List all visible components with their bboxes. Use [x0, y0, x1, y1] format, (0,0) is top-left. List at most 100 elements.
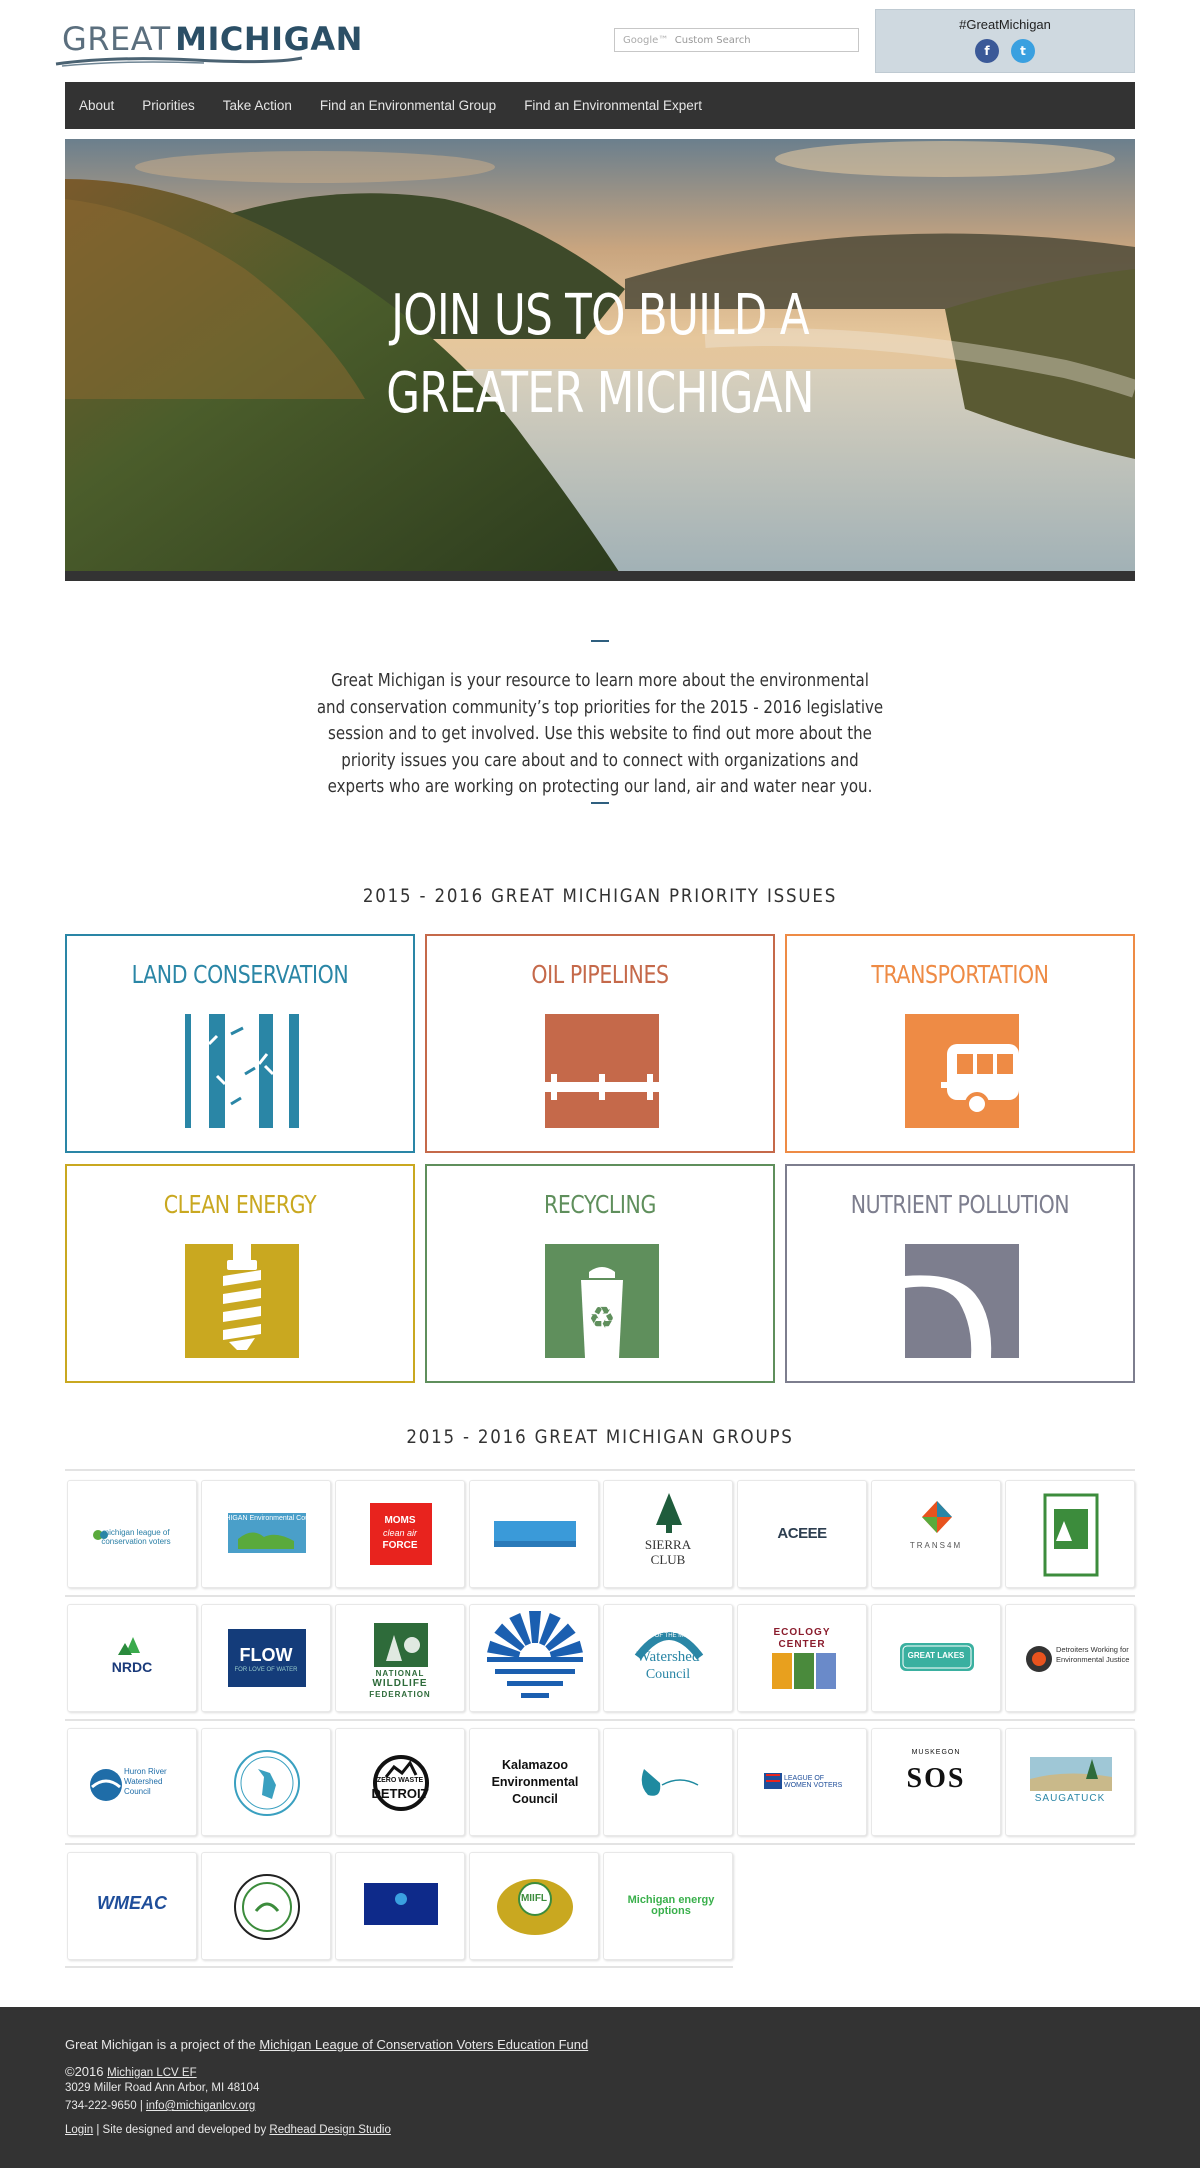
group-logo-aceee[interactable]: ACEEE — [737, 1480, 867, 1588]
nwf-label-3: FEDERATION — [369, 1690, 431, 1699]
footer-copyright-line: ©2016 Michigan LCV EF — [65, 2064, 197, 2079]
flow-label: FLOW — [239, 1645, 293, 1665]
nav-find-group[interactable]: Find an Environmental Group — [320, 98, 496, 113]
kalamazoo-label: Kalamazoo Environmental Council — [491, 1758, 579, 1806]
saugatuck-label: SAUGATUCK — [1034, 1793, 1106, 1804]
footer-email-link[interactable]: info@michiganlcv.org — [146, 2100, 255, 2112]
group-logo-detroiters-working[interactable]: Detroiters Working for Environmental Jus… — [1005, 1604, 1135, 1712]
group-logo-moms-clean-air-force[interactable]: MOMS clean air FORCE — [335, 1480, 465, 1588]
michigan-energy-options-label: Michigan energy options — [627, 1894, 715, 1917]
search-placeholder: Custom Search — [674, 35, 751, 46]
svg-text:♻: ♻ — [589, 1301, 616, 1336]
group-logo-mid-meac[interactable] — [1005, 1480, 1135, 1588]
group-logo-league-of-women-voters[interactable]: LEAGUE OF WOMEN VOTERS — [737, 1728, 867, 1836]
hashtag-box: #GreatMichigan f t — [875, 9, 1135, 73]
group-logo-blue-square[interactable] — [335, 1852, 465, 1960]
group-logo-tip-of-the-mitt[interactable]: TIP OF THE MITT Watershed Council — [603, 1604, 733, 1712]
zero-waste-label-1: ZERO WASTE — [376, 1777, 424, 1784]
blue-square-logo-icon — [364, 1883, 438, 1925]
footer-login-link[interactable]: Login — [65, 2124, 93, 2136]
upper-peninsula-seal-icon — [234, 1874, 300, 1940]
flow-sub-label: FOR LOVE OF WATER — [234, 1667, 298, 1673]
michigan-lcv-label: michigan league of conservation voters — [101, 1528, 171, 1546]
group-logo-michigan-environmental-council[interactable]: MICHIGAN Environmental Council — [201, 1480, 331, 1588]
site-header: GREAT MICHIGAN Google™ Custom Search #Gr… — [0, 0, 1200, 82]
group-logo-muskegon-sos[interactable]: MUSKEGON SOS — [871, 1728, 1001, 1836]
groups-title: 2015 - 2016 GREAT MICHIGAN GROUPS — [406, 1427, 794, 1448]
footer-copyright: ©2016 — [65, 2064, 104, 2079]
great-michigan-logo[interactable]: GREAT MICHIGAN — [54, 18, 362, 68]
hero-bottom-bar — [65, 571, 1135, 581]
hero-line-2: GREATER MICHIGAN — [386, 361, 814, 426]
logo-wordmark: GREAT MICHIGAN — [62, 20, 363, 58]
priorities-title: 2015 - 2016 GREAT MICHIGAN PRIORITY ISSU… — [362, 886, 838, 907]
twitter-icon[interactable]: t — [1011, 39, 1035, 63]
search-input[interactable]: Google™ Custom Search — [614, 28, 859, 52]
group-logo-nrdc[interactable]: NRDC — [67, 1604, 197, 1712]
wmeac-label: WMEAC — [97, 1893, 167, 1913]
ecology-label-1: ECOLOGY — [773, 1627, 831, 1638]
issue-card-clean-energy[interactable]: CLEAN ENERGY — [65, 1164, 415, 1383]
group-logo-great-lakes[interactable]: GREAT LAKES — [871, 1604, 1001, 1712]
recycle-bin-icon: ♻ — [545, 1244, 659, 1358]
group-logo-huron-river[interactable]: Huron River Watershed Council — [67, 1728, 197, 1836]
issue-title: NUTRIENT POLLUTION — [850, 1190, 1070, 1219]
ecology-center-tiles-icon — [772, 1653, 836, 1689]
footer-credit-line: Login | Site designed and developed by R… — [65, 2124, 391, 2136]
nrdc-label: NRDC — [111, 1659, 153, 1675]
group-logo-national-wildlife-federation[interactable]: NATIONAL WILDLIFE FEDERATION — [335, 1604, 465, 1712]
group-logo-sunburst[interactable] — [469, 1604, 599, 1712]
issue-card-transportation[interactable]: TRANSPORTATION — [785, 934, 1135, 1153]
saugatuck-landscape-icon — [1030, 1757, 1112, 1791]
group-logo-michigan-energy-options[interactable]: Michigan energy options — [603, 1852, 733, 1960]
group-logo-transform[interactable]: TRANS4M — [871, 1480, 1001, 1588]
issue-card-oil-pipelines[interactable]: OIL PIPELINES — [425, 934, 775, 1153]
detroiters-label: Detroiters Working for Environmental Jus… — [1056, 1645, 1130, 1664]
sierra-label-2: CLUB — [650, 1552, 686, 1567]
group-logo-zero-waste-detroit[interactable]: ZERO WASTE DETROIT — [335, 1728, 465, 1836]
intro-text: Great Michigan is your resource to learn… — [316, 671, 884, 797]
issue-card-nutrient-pollution[interactable]: NUTRIENT POLLUTION — [785, 1164, 1135, 1383]
issue-title: CLEAN ENERGY — [163, 1190, 317, 1219]
nav-find-expert[interactable]: Find an Environmental Expert — [524, 98, 702, 113]
footer-address: 3029 Miller Road Ann Arbor, MI 48104 — [65, 2082, 260, 2094]
group-logo-ecology-center[interactable]: ECOLOGY CENTER — [737, 1604, 867, 1712]
mid-meac-logo-icon — [1043, 1493, 1099, 1577]
group-logo-blue-banner[interactable] — [469, 1480, 599, 1588]
transform-label: TRANS4M — [909, 1541, 963, 1550]
issue-card-recycling[interactable]: RECYCLING ♻ — [425, 1164, 775, 1383]
social-links: f t — [876, 39, 1134, 63]
footer-credit-link[interactable]: Redhead Design Studio — [269, 2124, 390, 2136]
group-logo-miifl[interactable]: MIIFL — [469, 1852, 599, 1960]
issue-title: RECYCLING — [544, 1190, 656, 1219]
group-logo-michigan-lcv[interactable]: michigan league of conservation voters — [67, 1480, 197, 1588]
nav-about[interactable]: About — [79, 98, 114, 113]
nav-priorities[interactable]: Priorities — [142, 98, 195, 113]
group-logo-sierra-club[interactable]: SIERRA CLUB — [603, 1480, 733, 1588]
footer-credit-prefix: | Site designed and developed by — [93, 2124, 270, 2136]
lwv-label: LEAGUE OF WOMEN VOTERS — [784, 1775, 843, 1789]
nav-take-action[interactable]: Take Action — [223, 98, 292, 113]
group-logo-wmeac[interactable]: WMEAC — [67, 1852, 197, 1960]
kalamazoo-river-drop-icon — [641, 1769, 699, 1796]
logo-michigan-text: MICHIGAN — [175, 20, 363, 58]
group-logo-saugatuck[interactable]: SAUGATUCK — [1005, 1728, 1135, 1836]
footer-project-line: Great Michigan is a project of the Michi… — [65, 2037, 588, 2052]
group-logo-michigan-seal[interactable] — [201, 1728, 331, 1836]
group-logo-flow[interactable]: FLOW FOR LOVE OF WATER — [201, 1604, 331, 1712]
tip-label-1: TIP OF THE MITT — [643, 1633, 693, 1639]
issue-title: LAND CONSERVATION — [131, 960, 349, 989]
group-logo-kalamazoo-river[interactable] — [603, 1728, 733, 1836]
river-icon — [905, 1244, 1019, 1358]
footer-org-link[interactable]: Michigan LCV EF — [107, 2067, 196, 2079]
footer-contact-line: 734-222-9650 | info@michiganlcv.org — [65, 2100, 256, 2112]
issue-card-land-conservation[interactable]: LAND CONSERVATION — [65, 934, 415, 1153]
bus-icon — [905, 1014, 1019, 1128]
footer-project-prefix: Great Michigan is a project of the — [65, 2037, 260, 2052]
sierra-label-1: SIERRA — [644, 1537, 692, 1552]
group-logo-upper-peninsula-coalition[interactable] — [201, 1852, 331, 1960]
footer-phone: 734-222-9650 — [65, 2100, 137, 2112]
group-logo-kalamazoo-environmental-council[interactable]: Kalamazoo Environmental Council — [469, 1728, 599, 1836]
footer-project-link[interactable]: Michigan League of Conservation Voters E… — [259, 2037, 588, 2052]
facebook-icon[interactable]: f — [975, 39, 999, 63]
